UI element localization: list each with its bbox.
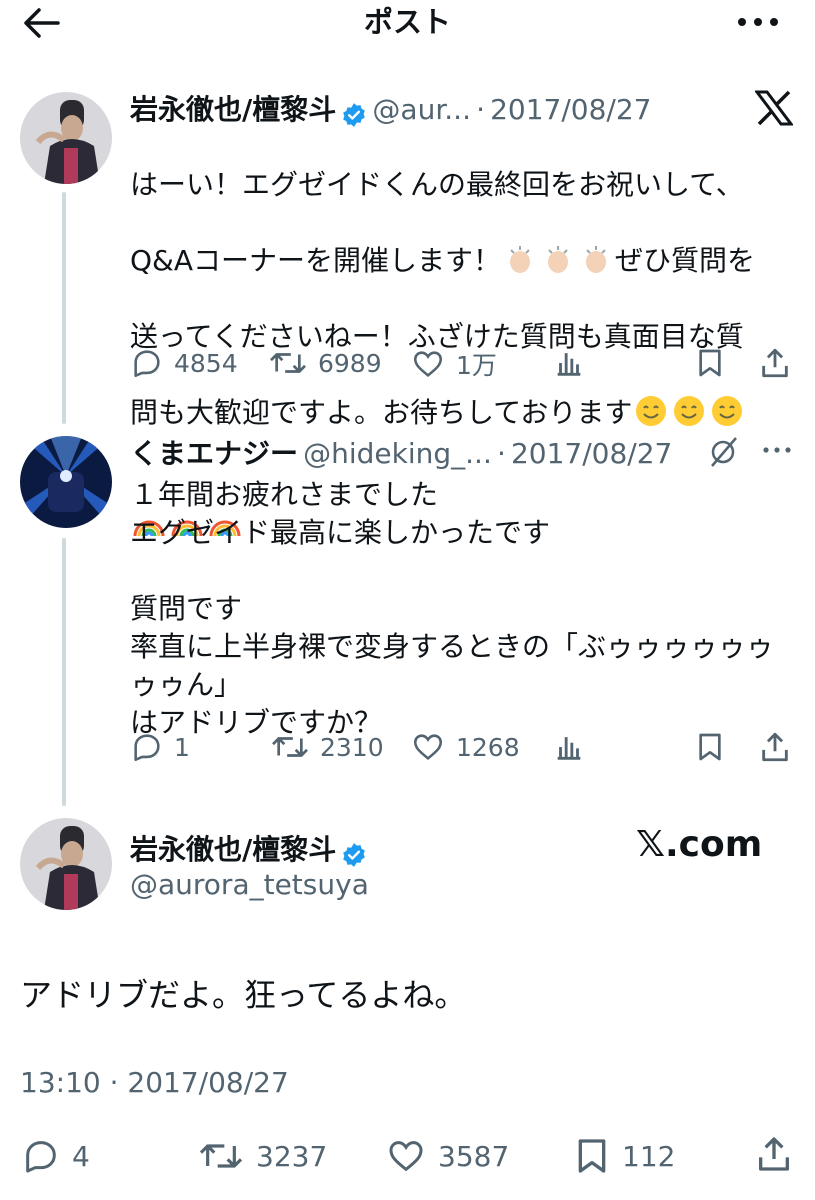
like-count: 1万 — [456, 351, 497, 380]
post-date[interactable]: 2017/08/27 — [490, 93, 651, 126]
author-name[interactable]: 岩永徹也/檀黎斗 — [130, 833, 336, 866]
verified-badge-icon — [343, 842, 366, 867]
avatar[interactable] — [20, 436, 112, 528]
avatar[interactable] — [20, 818, 112, 910]
repost-icon — [270, 353, 306, 373]
heart-icon — [413, 734, 443, 760]
share-button[interactable] — [758, 346, 792, 380]
x-logo-icon — [754, 90, 794, 130]
more-dots-icon — [738, 18, 778, 26]
reply-count: 4854 — [174, 348, 238, 378]
repost-button[interactable]: 2310 — [270, 730, 384, 764]
analytics-icon — [557, 737, 581, 760]
clapping-hands-icon — [501, 244, 615, 277]
grok-icon[interactable] — [706, 436, 742, 472]
repost-count: 6989 — [318, 348, 382, 378]
views-button[interactable] — [552, 346, 586, 380]
avatar-photo-icon — [20, 818, 112, 910]
avatar-photo-icon — [20, 92, 112, 184]
like-button[interactable]: 1268 — [410, 730, 520, 764]
heart-icon — [389, 1141, 423, 1172]
share-button[interactable] — [754, 1134, 794, 1174]
like-button[interactable]: 1万 — [410, 346, 497, 382]
bookmark-icon — [578, 1139, 606, 1173]
post-text: アドリブだよ。狂ってるよね。 — [20, 976, 467, 1014]
x-com-watermark: 𝕏.com — [636, 824, 763, 865]
avatar-photo-icon — [20, 436, 112, 528]
share-icon — [762, 732, 788, 762]
bookmark-icon — [699, 349, 721, 377]
bookmark-count: 112 — [622, 1139, 676, 1173]
author-handle[interactable]: @aurora_tetsuya — [130, 868, 369, 901]
post-date[interactable]: 2017/08/27 — [511, 437, 672, 470]
thread-line — [62, 192, 66, 424]
post-header: くまエナジー @hideking_... · 2017/08/27 — [130, 432, 672, 472]
post-timestamp[interactable]: 13:10 · 2017/08/27 — [20, 1066, 289, 1099]
more-dots-icon — [763, 447, 791, 453]
verified-badge-icon — [343, 102, 366, 127]
reply-icon — [26, 1141, 56, 1173]
author-handle[interactable]: @hideking_... — [303, 437, 492, 470]
post-text-line: Q&Aコーナーを開催します！ — [130, 244, 502, 277]
like-count: 3587 — [438, 1139, 510, 1173]
repost-button[interactable]: 6989 — [268, 346, 382, 380]
analytics-icon — [557, 353, 581, 376]
author-handle[interactable]: @aur... — [372, 93, 471, 126]
views-button[interactable] — [552, 730, 586, 764]
like-button[interactable]: 3587 — [384, 1136, 509, 1176]
post-text-line: はーい！エグゼイドくんの最終回をお祝いして、 — [130, 168, 744, 201]
repost-icon — [199, 1144, 243, 1168]
reply-count: 4 — [72, 1139, 90, 1173]
repost-icon — [272, 737, 308, 757]
bookmark-button[interactable] — [694, 346, 726, 380]
post-text-line: Q&Aコーナーを開催します！ ぜひ質問を — [130, 242, 800, 280]
separator-dot: · — [496, 437, 506, 470]
bookmark-button[interactable] — [694, 730, 726, 764]
reply-icon — [134, 734, 160, 762]
repost-count: 3237 — [256, 1139, 328, 1173]
share-icon — [759, 1137, 789, 1171]
post-text-line: 問も大歓迎ですよ。お待ちしております — [130, 394, 800, 432]
like-count: 1268 — [456, 732, 520, 762]
reply-button[interactable]: 4854 — [130, 346, 238, 380]
post-header: 岩永徹也/檀黎斗 @aur... · 2017/08/27 — [130, 88, 651, 128]
author-name[interactable]: くまエナジー — [130, 437, 298, 470]
post-text-line: 問も大歓迎ですよ。お待ちしております — [130, 396, 633, 429]
post-text: １年間お疲れさまでした エグゼイド最高に楽しかったです 質問です 率直に上半身裸… — [130, 478, 775, 739]
post-text-line: ぜひ質問を — [615, 244, 756, 277]
reply-button[interactable]: 1 — [130, 730, 190, 764]
separator-dot: · — [476, 93, 485, 126]
author-name[interactable]: 岩永徹也/檀黎斗 — [130, 93, 336, 126]
repost-count: 2310 — [320, 732, 384, 762]
bookmark-icon — [699, 733, 721, 761]
share-button[interactable] — [758, 730, 792, 764]
share-icon — [762, 348, 788, 378]
avatar[interactable] — [20, 92, 112, 184]
reply-count: 1 — [174, 732, 190, 762]
reply-button[interactable]: 4 — [20, 1136, 90, 1176]
thread-line — [62, 538, 66, 806]
bookmark-button[interactable]: 112 — [572, 1136, 675, 1176]
post-header: 岩永徹也/檀黎斗 — [130, 828, 367, 868]
smiling-face-icon — [632, 396, 746, 429]
more-options-button[interactable] — [760, 440, 794, 464]
page-title: ポスト — [363, 5, 451, 39]
repost-button[interactable]: 3237 — [196, 1136, 327, 1176]
more-options-button[interactable] — [733, 8, 783, 36]
reply-icon — [134, 350, 160, 378]
heart-icon — [413, 351, 443, 377]
